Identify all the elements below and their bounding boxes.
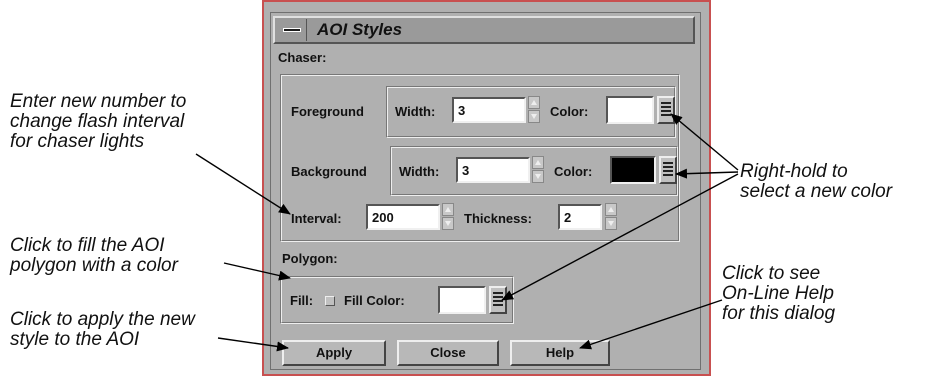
background-width-input[interactable]: 3 — [456, 157, 530, 183]
annotation-line: On-Line Help — [722, 283, 834, 304]
fill-label: Fill: — [290, 293, 314, 308]
foreground-color-picker-button[interactable] — [657, 96, 675, 124]
annotation-fill: Click to fill the AOI polygon with a col… — [10, 236, 178, 276]
annotation-line: change flash interval — [10, 111, 185, 132]
title-bar[interactable]: AOI Styles — [273, 16, 695, 44]
annotation-apply: Click to apply the new style to the AOI — [10, 310, 195, 350]
annotation-line: polygon with a color — [10, 255, 178, 276]
foreground-color-label: Color: — [550, 104, 589, 119]
foreground-width-spinner[interactable] — [528, 96, 540, 124]
annotation-line: style to the AOI — [10, 329, 140, 350]
color-menu-icon — [493, 292, 503, 308]
spin-down-icon[interactable] — [532, 170, 544, 183]
spin-up-icon[interactable] — [528, 96, 540, 109]
annotation-line: Right-hold to — [740, 161, 848, 182]
spin-up-icon[interactable] — [605, 203, 617, 216]
fill-color-swatch[interactable] — [438, 286, 486, 314]
spin-down-icon[interactable] — [442, 217, 454, 230]
annotation-color: Right-hold to select a new color — [740, 162, 892, 202]
annotation-line: Click to fill the AOI — [10, 235, 165, 256]
interval-label: Interval: — [291, 211, 342, 226]
color-menu-icon — [661, 102, 671, 118]
annotation-help: Click to see On-Line Help for this dialo… — [722, 264, 835, 324]
foreground-label: Foreground — [291, 104, 364, 119]
background-width-label: Width: — [399, 164, 440, 179]
background-color-picker-button[interactable] — [659, 156, 677, 184]
spin-down-icon[interactable] — [528, 110, 540, 123]
fill-color-label: Fill Color: — [344, 293, 405, 308]
help-button[interactable]: Help — [510, 340, 610, 366]
fill-color-picker-button[interactable] — [489, 286, 507, 314]
interval-input[interactable]: 200 — [366, 204, 440, 230]
apply-button[interactable]: Apply — [282, 340, 386, 366]
polygon-label: Polygon: — [282, 251, 338, 266]
dialog-title: AOI Styles — [317, 20, 403, 39]
thickness-spinner[interactable] — [605, 203, 617, 231]
background-color-label: Color: — [554, 164, 593, 179]
color-menu-icon — [663, 162, 673, 178]
annotation-line: Click to apply the new — [10, 309, 195, 330]
thickness-label: Thickness: — [464, 211, 532, 226]
annotation-line: Enter new number to — [10, 91, 187, 112]
spin-up-icon[interactable] — [532, 156, 544, 169]
background-label: Background — [291, 164, 367, 179]
annotation-line: for this dialog — [722, 303, 836, 324]
annotation-line: select a new color — [740, 181, 893, 202]
thickness-input[interactable]: 2 — [558, 204, 602, 230]
foreground-color-swatch[interactable] — [606, 96, 654, 124]
background-color-swatch[interactable] — [610, 156, 656, 184]
annotation-interval: Enter new number to change flash interva… — [10, 92, 186, 152]
window-menu-button[interactable] — [277, 19, 307, 41]
chaser-label: Chaser: — [278, 50, 327, 65]
window-menu-icon — [283, 28, 301, 32]
spin-up-icon[interactable] — [442, 203, 454, 216]
annotation-line: Click to see — [722, 263, 821, 284]
interval-spinner[interactable] — [442, 203, 454, 231]
close-button[interactable]: Close — [397, 340, 499, 366]
foreground-width-label: Width: — [395, 104, 436, 119]
foreground-width-input[interactable]: 3 — [452, 97, 526, 123]
fill-checkbox[interactable] — [325, 296, 335, 306]
annotation-line: for chaser lights — [10, 131, 145, 152]
spin-down-icon[interactable] — [605, 217, 617, 230]
background-width-spinner[interactable] — [532, 156, 544, 184]
